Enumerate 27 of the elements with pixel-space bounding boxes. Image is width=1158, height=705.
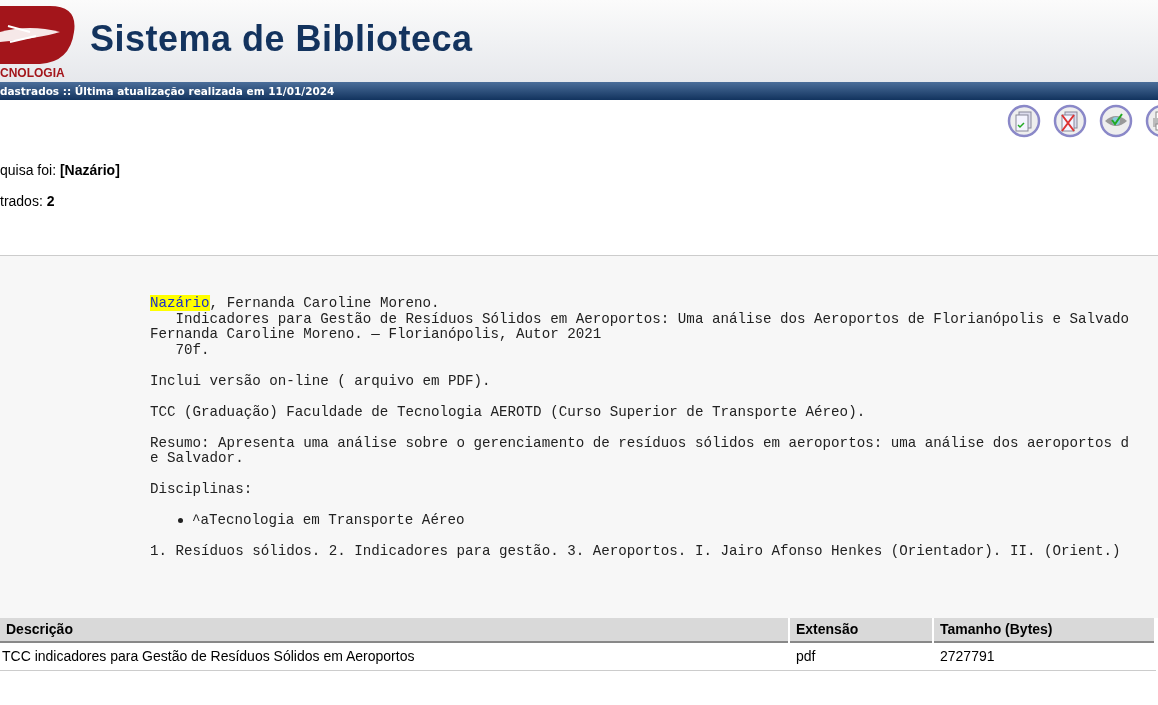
column-header: Extensão: [790, 617, 932, 643]
record-text: Resumo: Apresenta uma análise sobre o gerenciamento de resíduos sólidos em aeroportos: uma análise dos aeroportos d: [150, 434, 1130, 451]
table-cell-text: pdf: [795, 647, 817, 666]
logo-text: CNOLOGIA: [0, 66, 65, 80]
status-bar: dastrados :: Última atualização realizada em 11/01/2024: [0, 82, 1158, 100]
record-text: Disciplinas:: [150, 481, 253, 497]
column-header: Tamanho (Bytes): [934, 617, 1154, 643]
app-title: Sistema de Biblioteca: [90, 18, 473, 60]
author-text: , Fernanda Caroline Moreno.: [209, 295, 440, 311]
table-cell-text: TCC indicadores para Gestão de Resíduos Sólidos em Aeroportos: [1, 647, 416, 666]
view-button[interactable]: [1099, 104, 1133, 138]
record-text: Fernanda Caroline Moreno. — Florianópolis, Autor 2021: [150, 326, 602, 342]
search-summary: quisa foi: [Nazário]: [0, 162, 121, 178]
subjects-text: 1. Resíduos sólidos. 2. Indicadores para gestão. 3. Aeroportos. I. Jairo Afonso Henkes (Orientador). II. (Orient.): [150, 543, 1121, 559]
delete-button[interactable]: [1053, 104, 1087, 138]
column-header: Descrição: [0, 617, 788, 643]
result-count: trados: 2: [0, 193, 56, 209]
bullet-icon: [178, 518, 183, 524]
highlighted-term: Nazário: [150, 295, 210, 311]
record-text: Inclui versão on-line ( arquivo em PDF).: [150, 372, 491, 389]
copy-button[interactable]: [1007, 104, 1041, 138]
record-text: TCC (Graduação) Faculdade de Tecnologia AEROTD (Curso Superior de Transporte Aéreo).: [150, 403, 866, 420]
record-text: e Salvador.: [150, 450, 244, 466]
record-text: 70f.: [174, 341, 210, 358]
record-text: Indicadores para Gestão de Resíduos Sólidos em Aeroportos: Uma análise dos Aeroportos de Florianópolis e Salvado: [174, 310, 1130, 327]
table-cell-text: 2727791: [939, 647, 996, 666]
discipline-text: ^aTecnologia em Transporte Aéreo: [192, 513, 465, 529]
